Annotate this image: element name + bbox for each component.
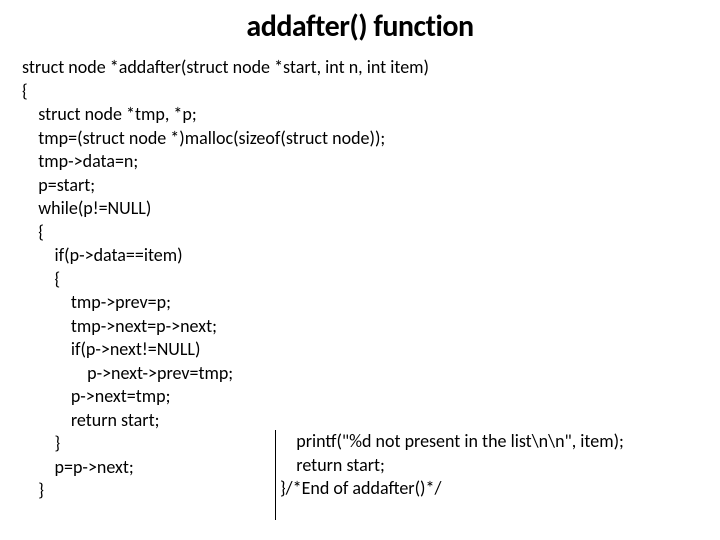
vertical-divider — [275, 430, 276, 520]
slide-title: addafter() function — [0, 0, 720, 49]
code-block-right: printf("%d not present in the list\n\n",… — [280, 430, 624, 501]
